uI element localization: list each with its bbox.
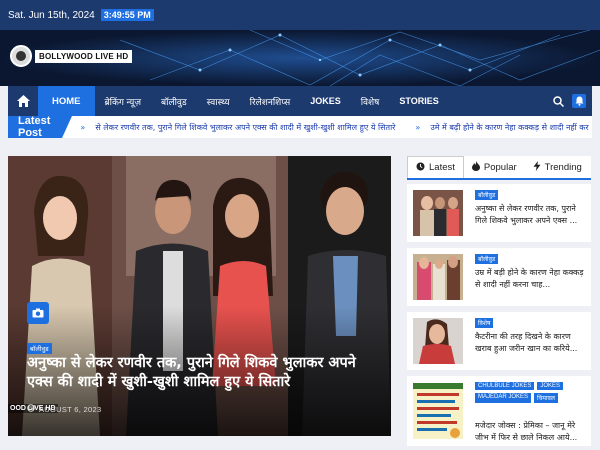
current-date: Sat. Jun 15th, 2024: [8, 9, 95, 21]
film-reel-icon: [10, 45, 32, 67]
post-thumbnail: [413, 383, 463, 439]
top-bar: Sat. Jun 15th, 2024 3:49:55 PM: [0, 0, 600, 30]
current-time: 3:49:55 PM: [100, 9, 154, 21]
clock-icon: [27, 404, 35, 414]
sidebar-post[interactable]: CHULBULE JOKES JOKES MAJEDAR JOKES चिमाव…: [407, 376, 591, 446]
nav-breaking-news[interactable]: ब्रेकिंग न्यूज़: [95, 86, 152, 116]
camera-icon: [27, 302, 49, 324]
nav-stories[interactable]: STORIES: [389, 86, 448, 116]
featured-post[interactable]: बॉलीवुड अनुष्का से लेकर रणवीर तक, पुराने…: [8, 156, 391, 436]
ticker-item[interactable]: » उमे में बढ़ी होने के कारण नेहा कक्कड़ स…: [415, 122, 592, 133]
category-badge[interactable]: बॉलीवुड: [475, 254, 499, 264]
ticker-bullet-icon: »: [80, 122, 86, 132]
sidebar-widget: Latest Popular Trending बॉलीवुड अनुष्का …: [407, 156, 591, 450]
news-ticker: Latest Post » से लेकर रणवीर तक, पुराने गि…: [8, 116, 592, 138]
post-title[interactable]: उम्र में बड़ी होने के कारण नेहा कक्कड़ स…: [475, 267, 587, 291]
header-banner: BOLLYWOOD LIVE HD: [0, 30, 600, 86]
sidebar-post[interactable]: बॉलीवुड उम्र में बड़ी होने के कारण नेहा …: [407, 248, 591, 306]
nav-home[interactable]: HOME: [38, 86, 95, 116]
tab-latest[interactable]: Latest: [407, 156, 464, 178]
fire-icon: [471, 161, 480, 173]
category-badge[interactable]: विशेष: [475, 318, 494, 328]
sidebar-post[interactable]: बॉलीवुड अनुष्का से लेकर रणवीर तक, पुराने…: [407, 184, 591, 242]
category-badge[interactable]: चिमावल: [534, 393, 558, 403]
post-title[interactable]: कैटरीना की तरह दिखने के कारण खराब हुआ जर…: [475, 331, 587, 355]
sidebar-post[interactable]: विशेष कैटरीना की तरह दिखने के कारण खराब …: [407, 312, 591, 370]
home-icon[interactable]: [8, 86, 38, 116]
logo-text: BOLLYWOOD LIVE HD: [35, 49, 133, 63]
category-badge[interactable]: CHULBULE JOKES: [475, 382, 535, 390]
ticker-label: Latest Post: [8, 116, 73, 138]
tab-popular[interactable]: Popular: [464, 156, 525, 178]
nav-health[interactable]: स्वास्थ्य: [197, 86, 240, 116]
post-thumbnail: [413, 190, 463, 236]
ticker-bullet-icon: »: [415, 122, 421, 132]
main-nav: HOME ब्रेकिंग न्यूज़ बॉलीवुड स्वास्थ्य र…: [8, 86, 592, 116]
nav-jokes[interactable]: JOKES: [300, 86, 351, 116]
post-title[interactable]: मजेदार जोक्स : प्रेमिका – जानू मेरे जीभ …: [475, 420, 587, 444]
clock-icon: [416, 162, 425, 173]
post-thumbnail: [413, 254, 463, 300]
tab-trending[interactable]: Trending: [525, 156, 590, 178]
sidebar-tabs: Latest Popular Trending: [407, 156, 591, 180]
search-icon[interactable]: [553, 92, 565, 111]
nav-relationships[interactable]: रिलेशनशिप्स: [240, 86, 301, 116]
post-thumbnail: [413, 318, 463, 364]
ticker-item[interactable]: » से लेकर रणवीर तक, पुराने गिले शिकवे भुल…: [80, 122, 405, 133]
nav-special[interactable]: विशेष: [351, 86, 390, 116]
category-badge[interactable]: बॉलीवुड: [27, 343, 52, 354]
site-logo[interactable]: BOLLYWOOD LIVE HD: [10, 45, 133, 67]
bell-icon[interactable]: [572, 94, 586, 108]
featured-date: AUGUST 6, 2023: [27, 404, 101, 414]
category-badge[interactable]: MAJEDAR JOKES: [475, 393, 532, 403]
category-badge[interactable]: बॉलीवुड: [475, 190, 499, 200]
post-title[interactable]: अनुष्का से लेकर रणवीर तक, पुराने गिले शि…: [475, 203, 587, 227]
featured-title[interactable]: अनुष्का से लेकर रणवीर तक, पुराने गिले शि…: [27, 354, 377, 392]
category-badge[interactable]: JOKES: [537, 382, 564, 390]
bolt-icon: [533, 161, 541, 173]
nav-bollywood[interactable]: बॉलीवुड: [151, 86, 197, 116]
